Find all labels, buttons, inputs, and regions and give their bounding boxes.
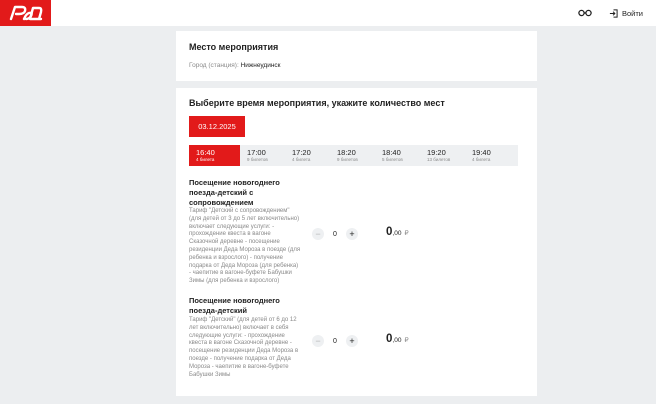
time-slot-1640[interactable]: 16:40 4 билета — [189, 145, 242, 166]
city-label: Город (станция): — [189, 62, 239, 69]
quantity-stepper: − 0 + — [312, 335, 358, 347]
date-button[interactable]: 03.12.2025 — [189, 116, 245, 137]
increase-button[interactable]: + — [346, 335, 358, 347]
city-row: Город (станция): Нижнеудинск — [189, 62, 281, 69]
ticket-description: Тариф "Детский" (для детей от 6 до 12 ле… — [189, 317, 299, 378]
login-label: Войти — [622, 8, 643, 18]
rzd-logo[interactable] — [0, 0, 51, 26]
top-header: Войти — [0, 0, 656, 26]
decrease-button[interactable]: − — [312, 335, 324, 347]
schedule-title: Выберите время мероприятия, укажите коли… — [189, 98, 445, 108]
glasses-icon[interactable] — [578, 7, 592, 19]
schedule-card: Выберите время мероприятия, укажите коли… — [176, 88, 537, 396]
currency-sign: ₽ — [404, 230, 409, 237]
venue-title: Место мероприятия — [189, 42, 279, 52]
currency-sign: ₽ — [404, 337, 409, 344]
ticket-price: 0 ,00 ₽ — [386, 333, 409, 345]
quantity-value: 0 — [333, 230, 337, 238]
price-decimal: ,00 — [392, 337, 402, 344]
login-button[interactable]: Войти — [609, 6, 643, 20]
slot-time: 19:40 — [472, 148, 491, 157]
increase-button[interactable]: + — [346, 228, 358, 240]
ticket-price: 0 ,00 ₽ — [386, 226, 409, 238]
decrease-button[interactable]: − — [312, 228, 324, 240]
venue-card: Место мероприятия Город (станция): Нижне… — [176, 31, 537, 81]
rzd-logo-icon — [9, 5, 43, 21]
quantity-value: 0 — [333, 337, 337, 345]
slot-tickets: 4 билета — [196, 157, 215, 162]
ticket-description: Тариф "Детский с сопровождением" (для де… — [189, 208, 301, 285]
price-decimal: ,00 — [392, 230, 402, 237]
login-icon — [609, 8, 618, 18]
ticket-name: Посещение новогоднего поезда-детский с с… — [189, 178, 280, 207]
time-slot-1940[interactable]: 19:40 4 билета — [465, 145, 518, 166]
slot-tickets: 4 билета — [472, 157, 491, 162]
slot-time: 16:40 — [196, 148, 215, 157]
quantity-stepper: − 0 + — [312, 228, 358, 240]
ticket-name: Посещение новогоднего поезда-детский — [189, 296, 280, 315]
city-value: Нижнеудинск — [240, 62, 281, 69]
